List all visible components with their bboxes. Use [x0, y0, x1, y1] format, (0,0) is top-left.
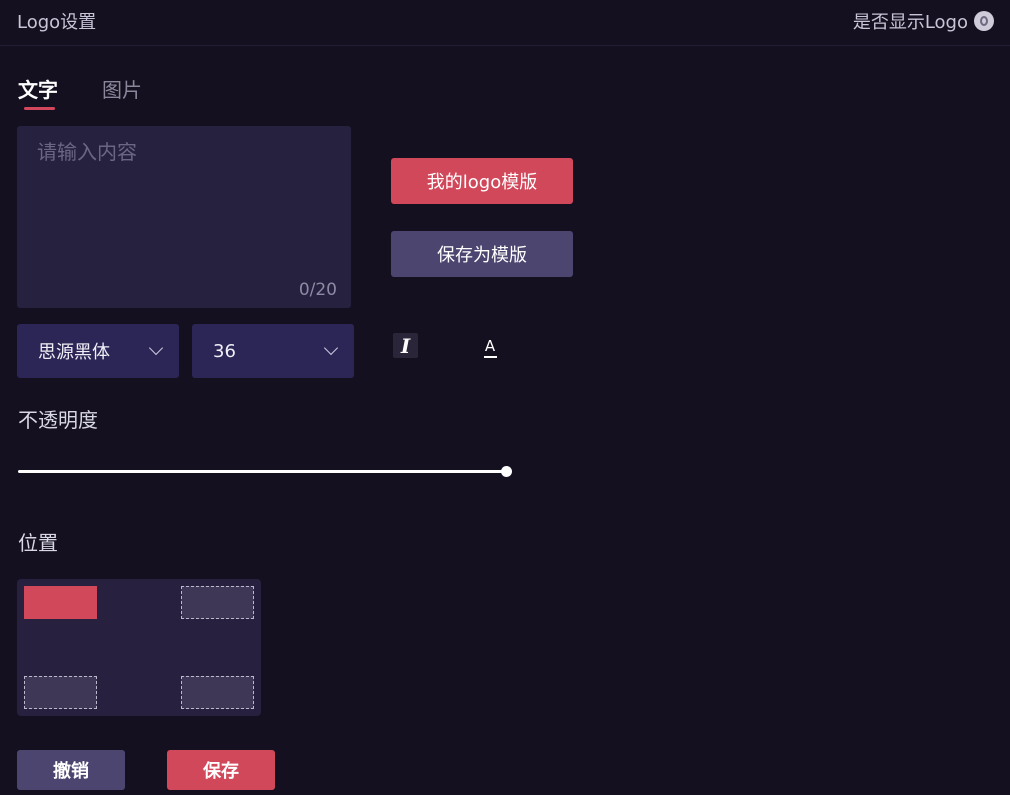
- position-picker: [17, 579, 261, 716]
- italic-glyph: I: [400, 333, 411, 358]
- font-family-select[interactable]: 思源黑体: [17, 324, 179, 378]
- font-color-icon[interactable]: A: [478, 333, 502, 363]
- logo-text-field: 0/20: [17, 126, 351, 308]
- logo-settings-panel: Logo设置 是否显示Logo 文字 图片 0/20 我的logo模版 保存为模…: [0, 0, 1010, 795]
- opacity-label: 不透明度: [18, 408, 98, 432]
- font-color-underline: [483, 356, 497, 358]
- position-top-left[interactable]: [24, 586, 97, 619]
- chevron-down-icon: [323, 340, 339, 356]
- opacity-slider-track[interactable]: [18, 470, 506, 473]
- tab-image-label: 图片: [102, 78, 142, 102]
- tab-text-label: 文字: [18, 78, 58, 102]
- position-bottom-right[interactable]: [181, 676, 254, 709]
- font-size-select[interactable]: 36: [192, 324, 354, 378]
- save-button[interactable]: 保存: [167, 750, 275, 790]
- position-bottom-left[interactable]: [24, 676, 97, 709]
- italic-icon[interactable]: I: [393, 333, 418, 358]
- tab-image[interactable]: 图片: [102, 74, 142, 103]
- my-logo-template-button[interactable]: 我的logo模版: [391, 158, 573, 204]
- font-family-value: 思源黑体: [38, 342, 110, 363]
- toggle-switch-icon[interactable]: [974, 11, 994, 31]
- tab-bar: 文字 图片: [18, 74, 142, 110]
- font-color-glyph: A: [484, 337, 496, 355]
- cancel-button[interactable]: 撤销: [17, 750, 125, 790]
- font-size-value: 36: [213, 340, 236, 362]
- position-top-right[interactable]: [181, 586, 254, 619]
- active-tab-indicator: [24, 107, 55, 110]
- chevron-down-icon: [148, 340, 164, 356]
- save-as-template-button[interactable]: 保存为模版: [391, 231, 573, 277]
- character-counter: 0/20: [298, 280, 337, 300]
- page-title: Logo设置: [17, 12, 97, 33]
- show-logo-label: 是否显示Logo: [852, 12, 968, 33]
- position-label: 位置: [18, 531, 58, 555]
- header-bar: Logo设置 是否显示Logo: [0, 0, 1010, 46]
- tab-text[interactable]: 文字: [18, 74, 58, 110]
- show-logo-toggle[interactable]: 是否显示Logo: [853, 8, 994, 34]
- opacity-slider-handle[interactable]: [500, 466, 512, 477]
